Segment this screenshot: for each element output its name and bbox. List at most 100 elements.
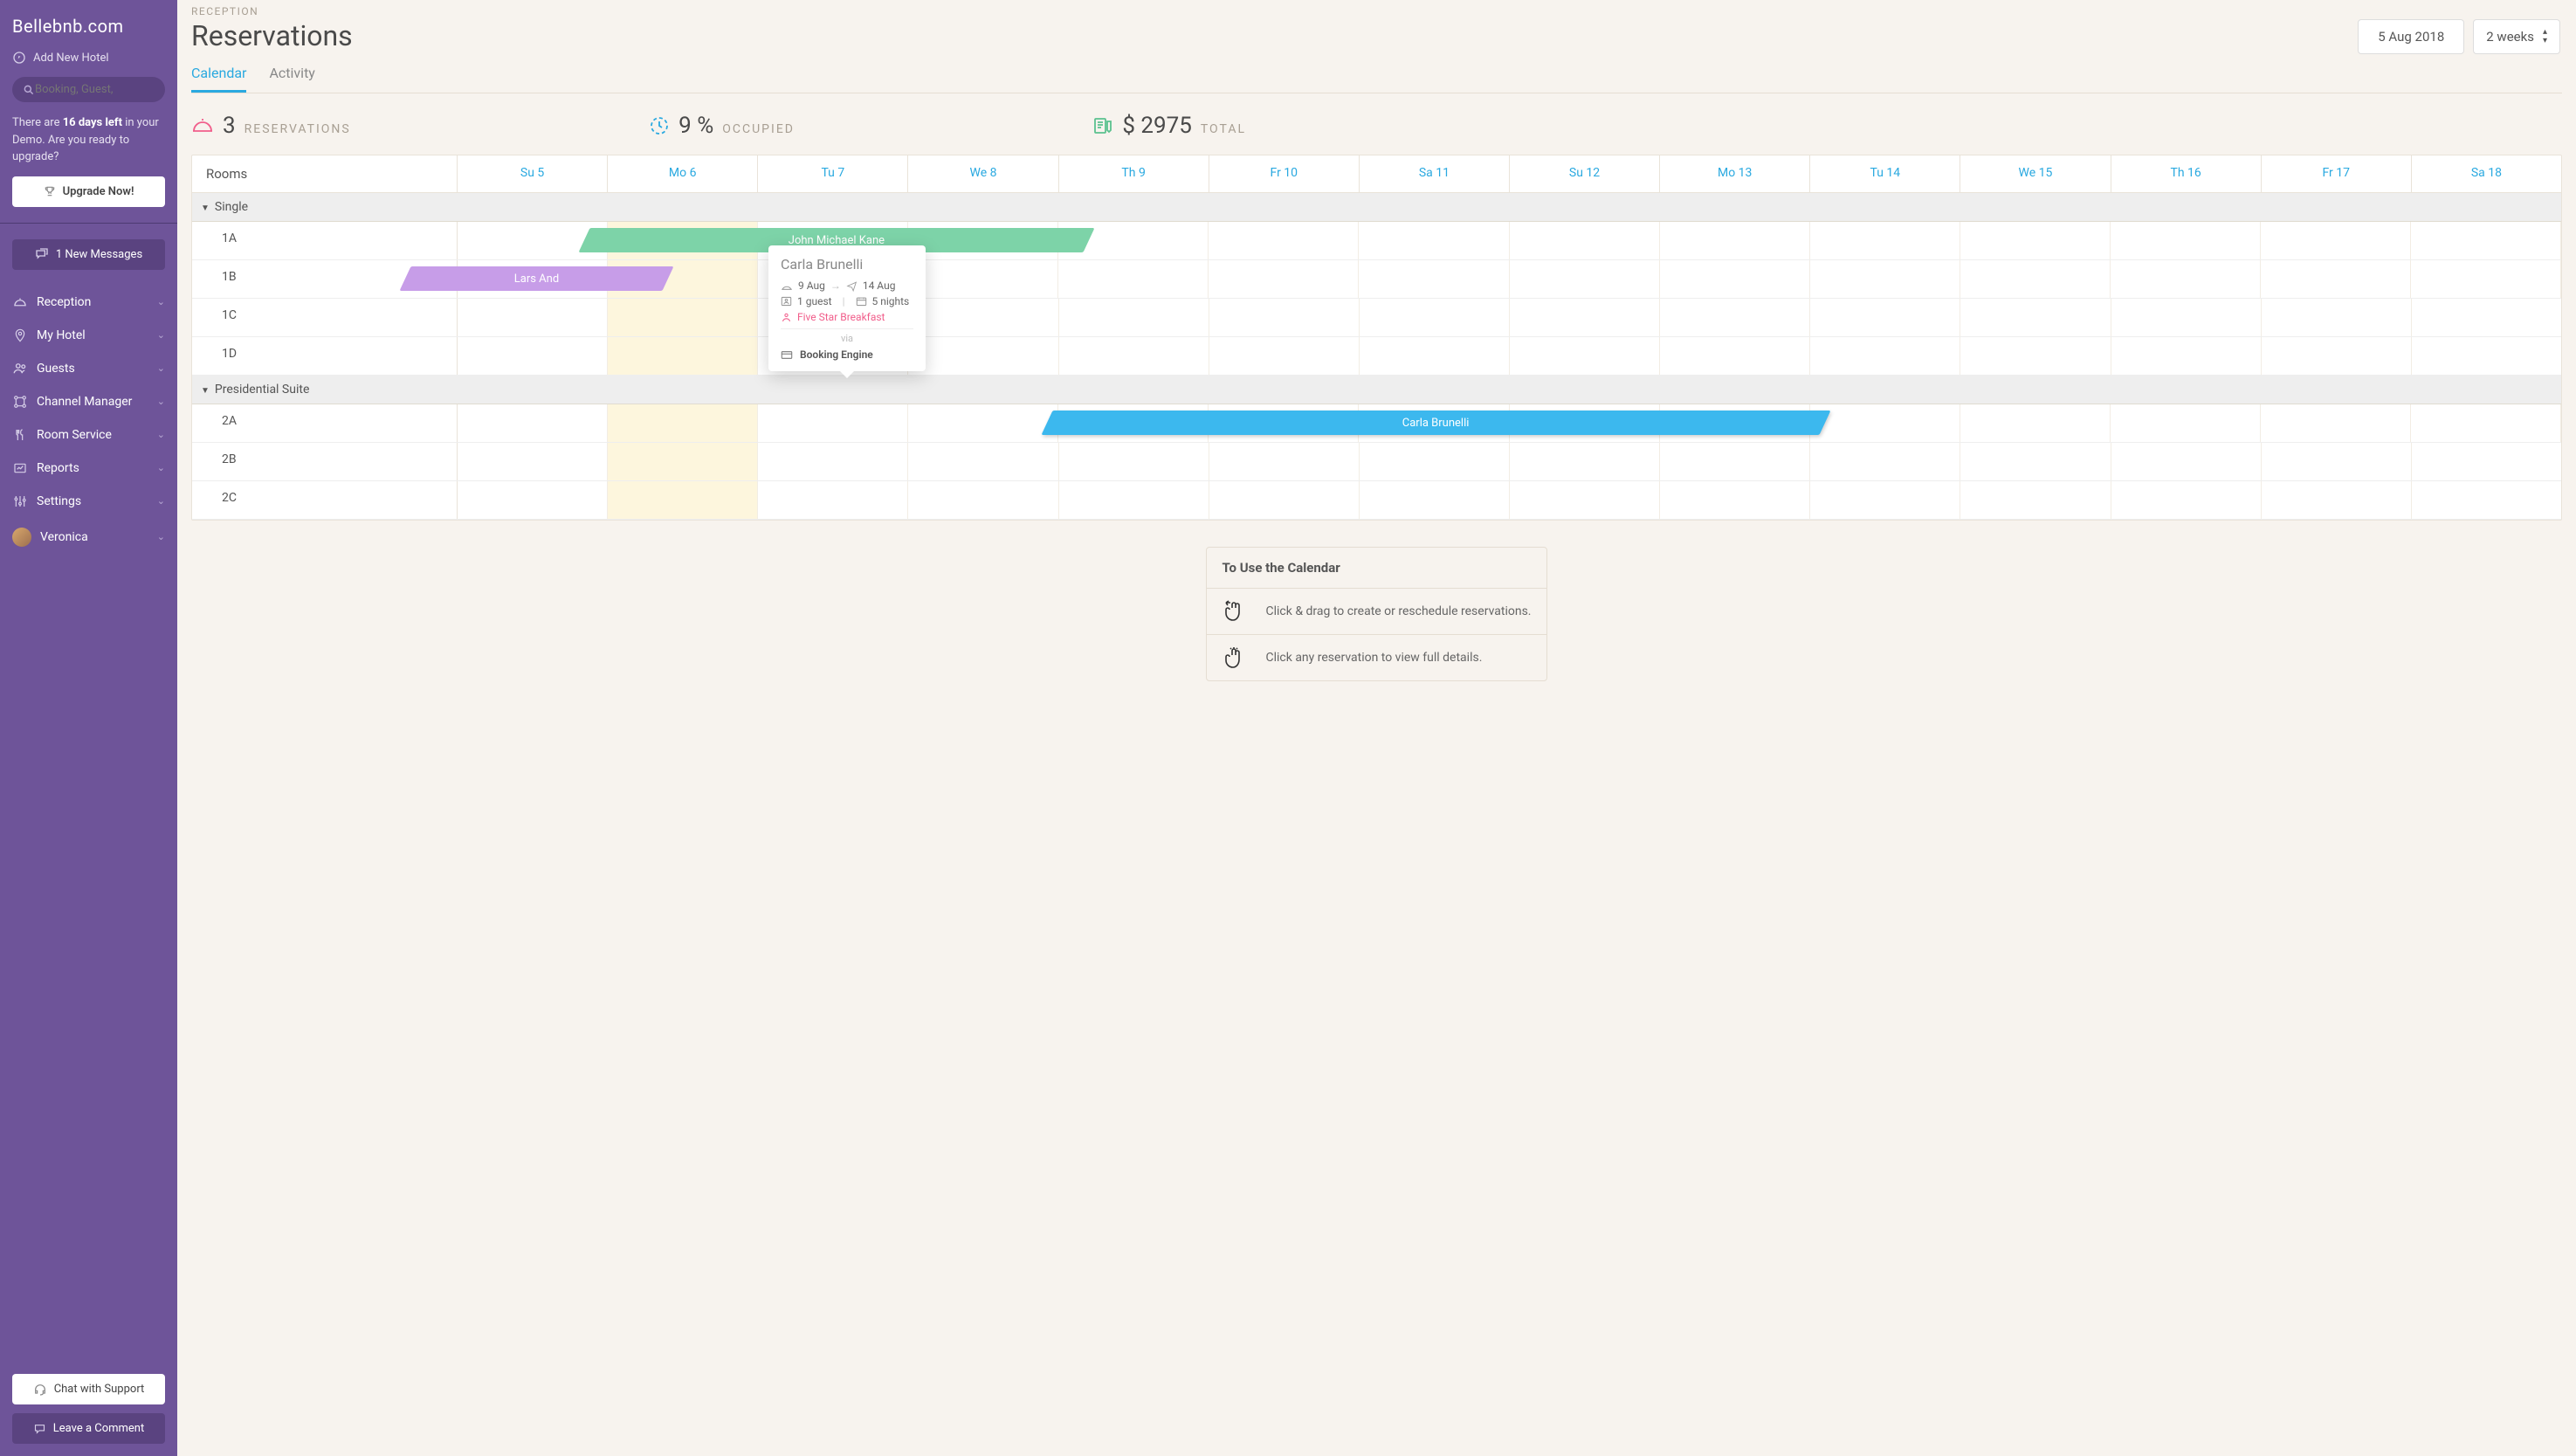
calendar-cell[interactable] [1660, 481, 1810, 519]
day-header[interactable]: Sa 18 [2412, 155, 2561, 192]
calendar-cell[interactable] [1510, 260, 1660, 298]
calendar-cell[interactable] [608, 260, 758, 298]
calendar-cell[interactable] [1209, 404, 1359, 442]
calendar-cell[interactable] [1810, 260, 1960, 298]
calendar-cell[interactable] [1058, 404, 1209, 442]
calendar-cell[interactable] [1660, 299, 1810, 336]
calendar-cell[interactable] [1510, 299, 1660, 336]
calendar-cell[interactable] [2411, 260, 2561, 298]
search-input-wrap[interactable] [12, 77, 165, 102]
calendar-cell[interactable] [1960, 481, 2111, 519]
calendar-cell[interactable] [458, 404, 608, 442]
calendar-cell[interactable] [1360, 337, 1510, 375]
nav-myhotel[interactable]: My Hotel ⌄ [0, 319, 177, 352]
day-header[interactable]: We 15 [1960, 155, 2111, 192]
calendar-cell[interactable] [1510, 222, 1660, 259]
calendar-cell[interactable] [1510, 404, 1660, 442]
calendar-cell[interactable] [1059, 443, 1209, 480]
nav-guests[interactable]: Guests ⌄ [0, 352, 177, 385]
day-header[interactable]: Su 5 [458, 155, 608, 192]
day-header[interactable]: Fr 17 [2262, 155, 2412, 192]
calendar-cell[interactable] [2111, 260, 2261, 298]
calendar-cell[interactable] [608, 337, 758, 375]
day-header[interactable]: Mo 6 [608, 155, 758, 192]
calendar-cell[interactable] [1810, 337, 1960, 375]
calendar-cell[interactable] [2262, 337, 2412, 375]
calendar-cell[interactable] [2111, 222, 2261, 259]
add-hotel-button[interactable]: Add New Hotel [0, 47, 177, 77]
calendar-cell[interactable] [1059, 481, 1209, 519]
nav-roomservice[interactable]: Room Service ⌄ [0, 418, 177, 452]
calendar-cell[interactable] [2111, 337, 2262, 375]
tab-activity[interactable]: Activity [269, 65, 314, 93]
calendar-cell[interactable] [458, 337, 608, 375]
calendar-cell[interactable] [608, 481, 758, 519]
calendar-cell[interactable] [1810, 299, 1960, 336]
calendar-cell[interactable] [1510, 481, 1660, 519]
nav-reports[interactable]: Reports ⌄ [0, 452, 177, 485]
day-header[interactable]: Tu 7 [758, 155, 908, 192]
calendar-cell[interactable] [758, 404, 908, 442]
calendar-cell[interactable] [1209, 299, 1360, 336]
room-group[interactable]: ▼Presidential Suite [192, 376, 2561, 404]
calendar-cell[interactable] [1510, 443, 1660, 480]
calendar-cell[interactable] [2111, 404, 2261, 442]
day-header[interactable]: Th 16 [2111, 155, 2262, 192]
calendar-cell[interactable] [2261, 260, 2411, 298]
calendar-cell[interactable] [1810, 222, 1960, 259]
calendar-cell[interactable] [1059, 337, 1209, 375]
calendar-cell[interactable] [1960, 260, 2111, 298]
calendar-cell[interactable] [1209, 260, 1359, 298]
day-header[interactable]: Th 9 [1059, 155, 1209, 192]
calendar-cell[interactable] [2262, 481, 2412, 519]
calendar-cell[interactable] [2262, 443, 2412, 480]
calendar-cell[interactable] [1359, 222, 1509, 259]
calendar-cell[interactable] [1209, 443, 1360, 480]
chat-support-button[interactable]: Chat with Support [12, 1374, 165, 1404]
day-header[interactable]: Sa 11 [1360, 155, 1510, 192]
calendar-cell[interactable] [908, 404, 1058, 442]
calendar-cell[interactable] [1059, 299, 1209, 336]
calendar-cell[interactable] [908, 337, 1058, 375]
calendar-cell[interactable] [2412, 481, 2561, 519]
messages-button[interactable]: 1 New Messages [12, 239, 165, 270]
nav-settings[interactable]: Settings ⌄ [0, 485, 177, 518]
calendar-cell[interactable] [1510, 337, 1660, 375]
calendar-cell[interactable] [2262, 299, 2412, 336]
calendar-cell[interactable] [2111, 443, 2262, 480]
day-header[interactable]: Tu 14 [1810, 155, 1960, 192]
nav-user[interactable]: Veronica ⌄ [0, 518, 177, 556]
calendar-cell[interactable] [1660, 443, 1810, 480]
upgrade-button[interactable]: Upgrade Now! [12, 176, 165, 207]
calendar-cell[interactable] [608, 222, 758, 259]
calendar-cell[interactable] [458, 481, 608, 519]
calendar-cell[interactable] [458, 260, 608, 298]
calendar-cell[interactable] [758, 481, 908, 519]
calendar-cell[interactable] [608, 443, 758, 480]
calendar-cell[interactable] [1058, 260, 1209, 298]
calendar-cell[interactable] [1810, 481, 1960, 519]
calendar-cell[interactable] [1960, 222, 2111, 259]
calendar-cell[interactable] [1360, 299, 1510, 336]
calendar-cell[interactable] [2411, 222, 2561, 259]
calendar-cell[interactable] [1359, 260, 1509, 298]
day-header[interactable]: Mo 13 [1660, 155, 1810, 192]
calendar-cell[interactable] [2412, 443, 2561, 480]
calendar-cell[interactable] [1660, 260, 1810, 298]
calendar-cell[interactable] [1359, 404, 1509, 442]
calendar-cell[interactable] [1360, 481, 1510, 519]
nav-reception[interactable]: Reception ⌄ [0, 286, 177, 319]
calendar-cell[interactable] [2412, 337, 2561, 375]
calendar-cell[interactable] [908, 299, 1058, 336]
calendar-cell[interactable] [908, 443, 1058, 480]
calendar-cell[interactable] [1660, 222, 1810, 259]
nav-channel[interactable]: Channel Manager ⌄ [0, 385, 177, 418]
calendar-cell[interactable] [608, 404, 758, 442]
calendar-cell[interactable] [908, 222, 1058, 259]
calendar-cell[interactable] [1058, 222, 1209, 259]
calendar-cell[interactable] [458, 443, 608, 480]
range-picker[interactable]: 2 weeks ▴▾ [2473, 19, 2560, 54]
day-header[interactable]: Fr 10 [1209, 155, 1360, 192]
day-header[interactable]: We 8 [908, 155, 1058, 192]
calendar-cell[interactable] [2261, 404, 2411, 442]
